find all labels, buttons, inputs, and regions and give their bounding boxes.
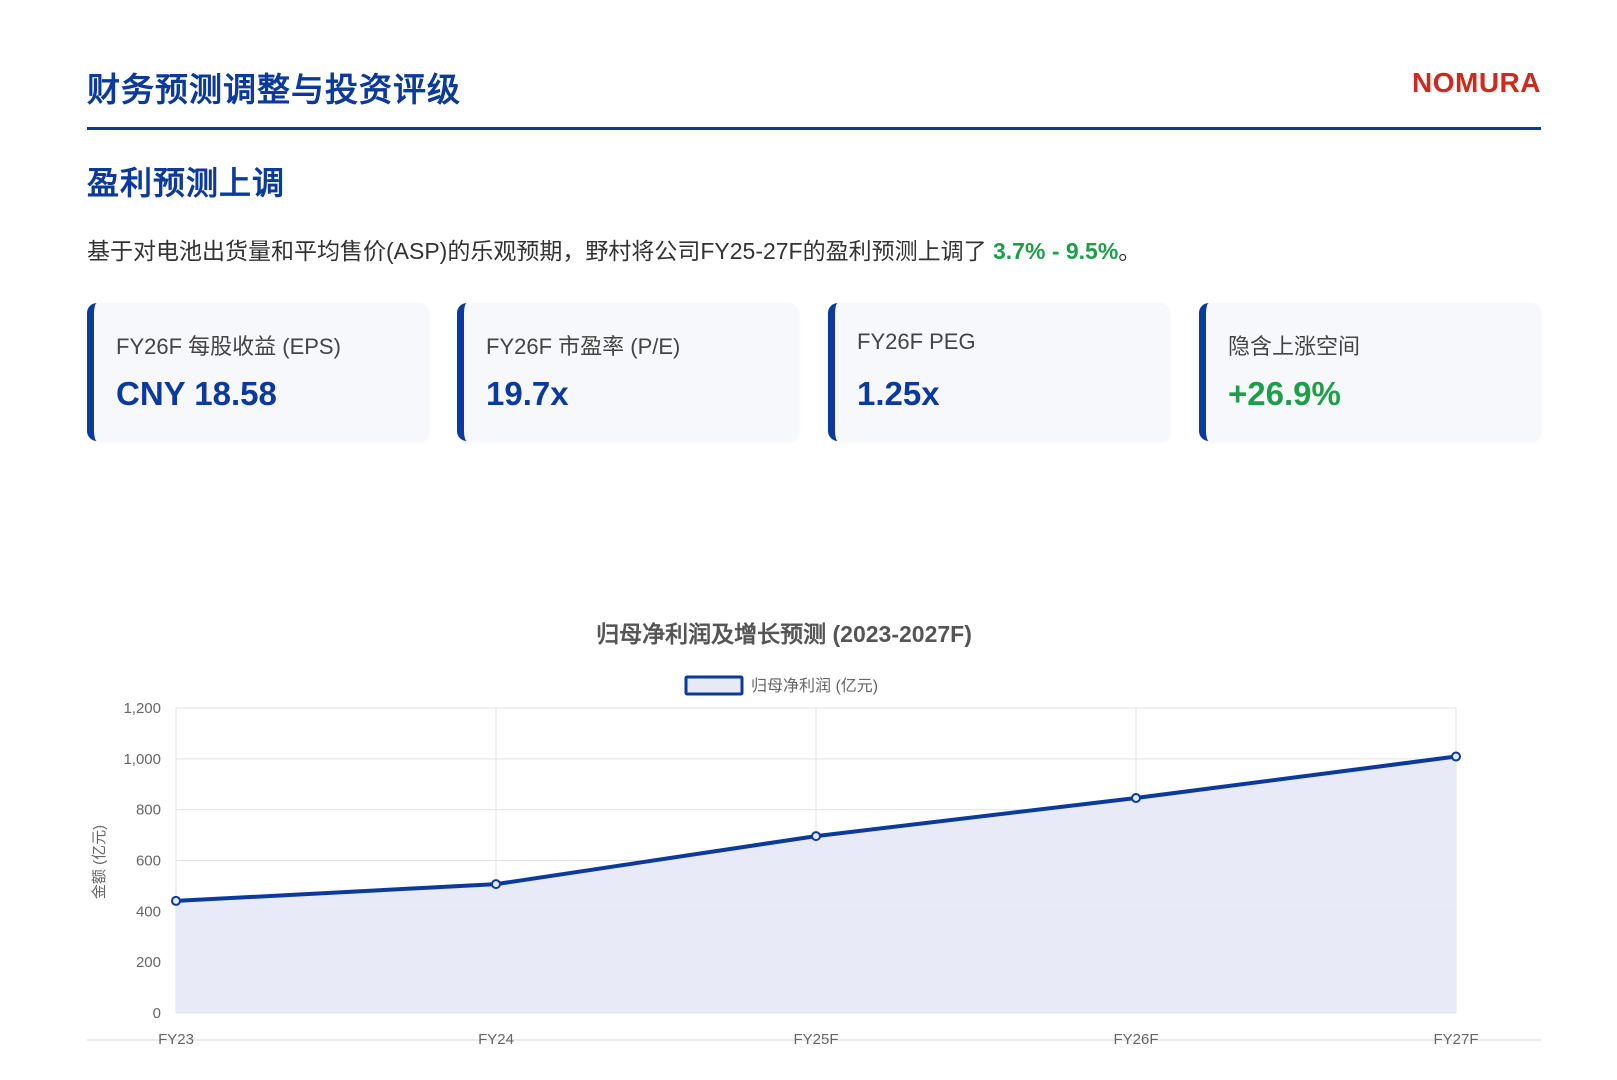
profit-chart: 归母净利润及增长预测 (2023-2027F) 归母净利润 (亿元) 金额 (亿…	[87, 621, 1541, 1080]
y-tick-label: 1,200	[123, 700, 161, 717]
intro-paragraph: 基于对电池出货量和平均售价(ASP)的乐观预期，野村将公司FY25-27F的盈利…	[87, 232, 1141, 266]
page-header: 财务预测调整与投资评级 NOMURA	[87, 55, 1541, 130]
y-tick-label: 200	[136, 954, 161, 971]
data-point	[1451, 751, 1461, 762]
x-tick-label: FY23	[158, 1031, 194, 1048]
page: 财务预测调整与投资评级 NOMURA 盈利预测上调 基于对电池出货量和平均售价(…	[87, 0, 1541, 1080]
x-tick-label: FY25F	[793, 1031, 838, 1048]
metric-card-peg: FY26F PEG 1.25x	[828, 303, 1170, 441]
legend-swatch	[684, 675, 744, 696]
data-point	[811, 831, 821, 842]
metric-value: 19.7x	[486, 375, 569, 412]
metric-cards: FY26F 每股收益 (EPS) CNY 18.58 FY26F 市盈率 (P/…	[87, 303, 1541, 441]
y-tick-label: 800	[136, 802, 161, 819]
forecast-range-highlight: 3.7% - 9.5%	[993, 238, 1119, 264]
data-point	[1131, 792, 1141, 803]
chart-title: 归母净利润及增长预测 (2023-2027F)	[596, 621, 972, 647]
metric-card-pe: FY26F 市盈率 (P/E) 19.7x	[457, 303, 799, 441]
chart-legend: 归母净利润 (亿元)	[684, 675, 878, 696]
x-tick-label: FY24	[478, 1031, 514, 1048]
metric-value: +26.9%	[1228, 375, 1341, 412]
metric-label: 隐含上涨空间	[1228, 334, 1361, 359]
metric-label: FY26F PEG	[857, 329, 976, 354]
y-tick-label: 600	[136, 853, 161, 870]
y-tick-label: 0	[153, 1005, 161, 1022]
y-tick-label: 400	[136, 903, 161, 920]
intro-text: 基于对电池出货量和平均售价(ASP)的乐观预期，野村将公司FY25-27F的盈利…	[87, 238, 993, 264]
section-title: 盈利预测上调	[87, 165, 286, 201]
intro-suffix: 。	[1118, 238, 1142, 264]
legend-label: 归母净利润 (亿元)	[751, 677, 878, 695]
metric-label: FY26F 每股收益 (EPS)	[116, 334, 341, 359]
metric-card-eps: FY26F 每股收益 (EPS) CNY 18.58	[87, 303, 429, 441]
data-point	[171, 895, 181, 906]
y-tick-label: 1,000	[123, 751, 161, 768]
metric-card-upside: 隐含上涨空间 +26.9%	[1199, 303, 1541, 441]
page-title: 财务预测调整与投资评级	[87, 71, 461, 108]
x-tick-label: FY27F	[1433, 1031, 1478, 1048]
brand-logo: NOMURA	[1412, 67, 1541, 98]
y-axis-label: 金额 (亿元)	[91, 825, 108, 899]
metric-value: CNY 18.58	[116, 375, 277, 412]
x-tick-label: FY26F	[1113, 1031, 1158, 1048]
data-point	[491, 879, 501, 890]
metric-label: FY26F 市盈率 (P/E)	[486, 334, 681, 359]
metric-value: 1.25x	[857, 375, 940, 412]
chart-canvas: 归母净利润及增长预测 (2023-2027F) 归母净利润 (亿元) 金额 (亿…	[87, 621, 1541, 1048]
